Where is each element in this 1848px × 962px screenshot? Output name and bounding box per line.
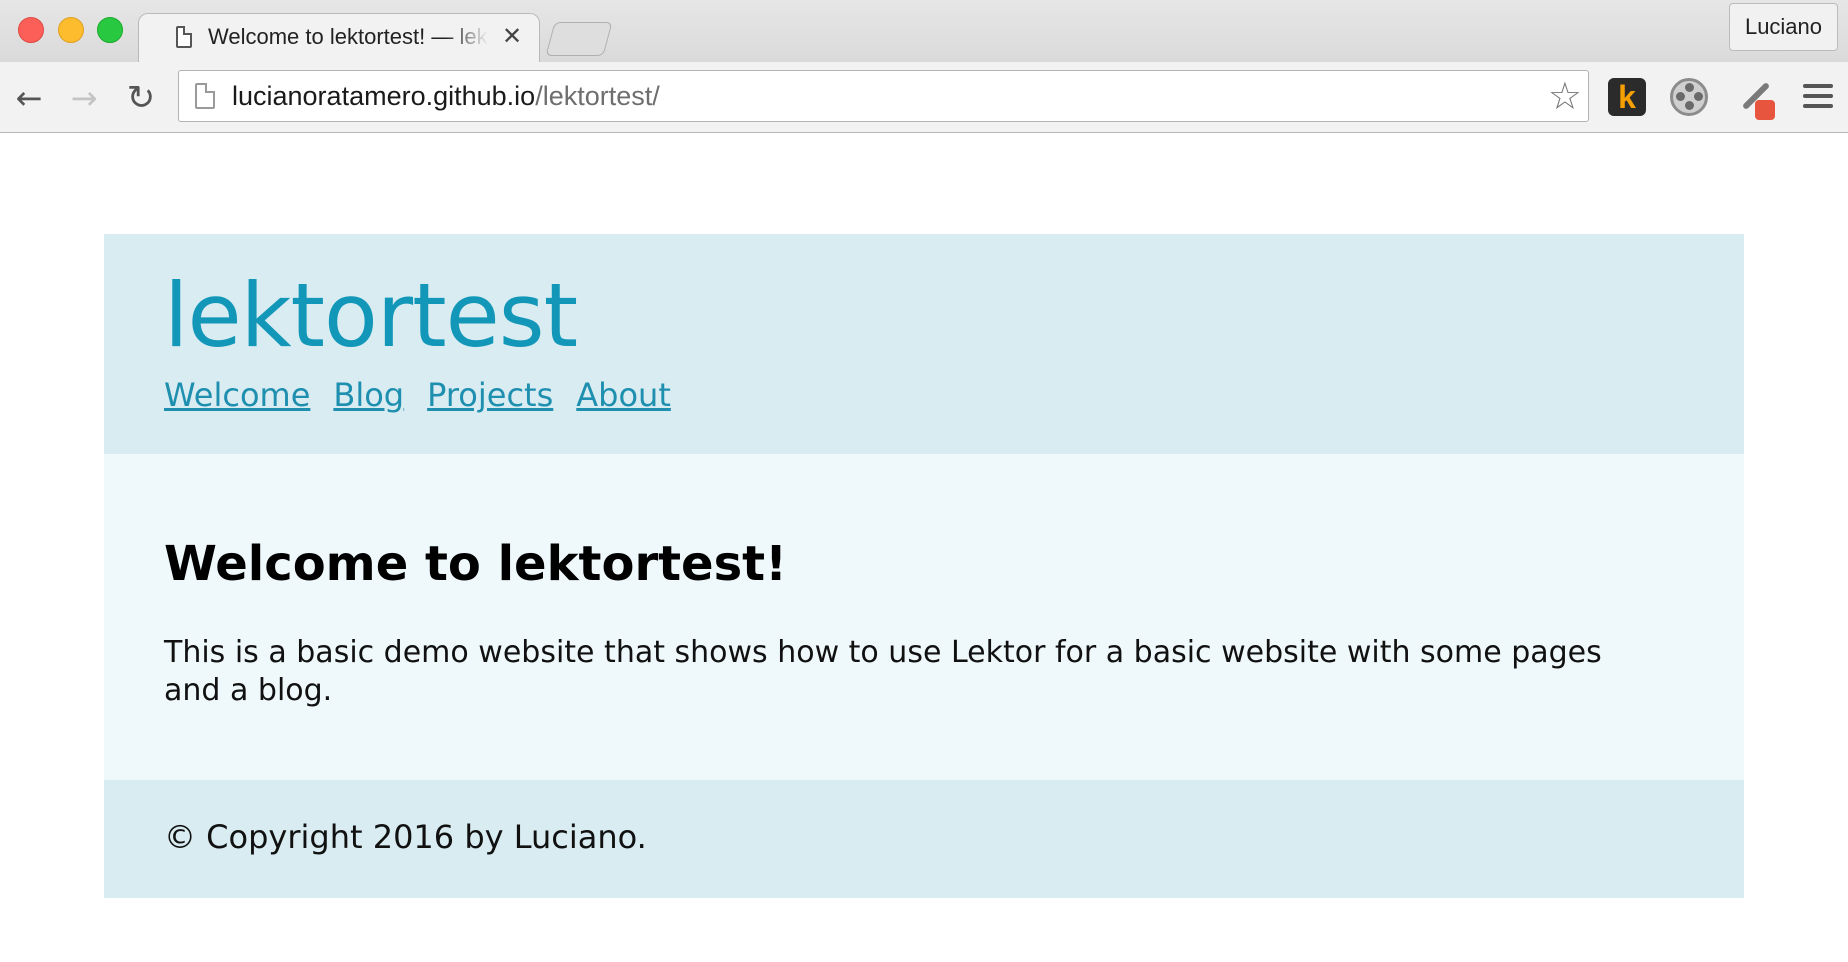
close-window-button[interactable] (18, 17, 44, 43)
nav-link-welcome[interactable]: Welcome (164, 376, 310, 414)
k-extension-icon[interactable]: k (1608, 78, 1646, 116)
page-icon (195, 83, 215, 109)
site-footer: © Copyright 2016 by Luciano. (104, 780, 1744, 898)
minimize-window-button[interactable] (58, 17, 84, 43)
page-body-text: This is a basic demo website that shows … (164, 635, 1602, 708)
menu-icon[interactable] (1803, 82, 1833, 110)
nav-link-blog[interactable]: Blog (333, 376, 404, 414)
forward-icon[interactable]: → (64, 80, 104, 116)
page-icon (176, 26, 192, 48)
page-heading: Welcome to lektortest! (164, 536, 788, 592)
address-bar[interactable]: lucianoratamero.github.io/lektortest/ ☆ (178, 70, 1589, 122)
bookmark-star-icon[interactable]: ☆ (1548, 75, 1582, 117)
back-icon[interactable]: ← (9, 80, 49, 116)
url-text[interactable]: lucianoratamero.github.io/lektortest/ (232, 81, 660, 112)
browser-toolbar: ← → ↻ lucianoratamero.github.io/lektorte… (0, 62, 1848, 132)
site-header: lektortest Welcome Blog Projects About (104, 234, 1744, 454)
url-host: lucianoratamero.github.io (232, 81, 536, 111)
main-content: Welcome to lektortest! This is a basic d… (104, 454, 1744, 780)
nav-link-about[interactable]: About (576, 376, 671, 414)
page-container: lektortest Welcome Blog Projects About Welc… (104, 234, 1744, 898)
eyedropper-icon[interactable] (1733, 78, 1775, 120)
reload-icon[interactable]: ↻ (121, 80, 161, 116)
browser-tab[interactable]: Welcome to lektortest! — lektortest ✕ (138, 13, 540, 64)
profile-button[interactable]: Luciano (1729, 3, 1838, 51)
tab-strip: Welcome to lektortest! — lektortest ✕ Lu… (0, 0, 1848, 64)
site-title: lektortest (164, 264, 578, 367)
site-nav: Welcome Blog Projects About (164, 376, 694, 414)
new-tab-button[interactable] (545, 22, 613, 56)
nav-link-projects[interactable]: Projects (427, 376, 553, 414)
film-reel-icon[interactable] (1670, 78, 1708, 116)
tab-title: Welcome to lektortest! — lektortest (208, 24, 488, 49)
extension-badge (1755, 100, 1775, 120)
maximize-window-button[interactable] (97, 17, 123, 43)
browser-chrome: Welcome to lektortest! — lektortest ✕ Lu… (0, 0, 1848, 133)
url-path: /lektortest/ (535, 81, 660, 111)
copyright-text: © Copyright 2016 by Luciano. (164, 818, 647, 856)
tab-close-icon[interactable]: ✕ (502, 22, 522, 51)
